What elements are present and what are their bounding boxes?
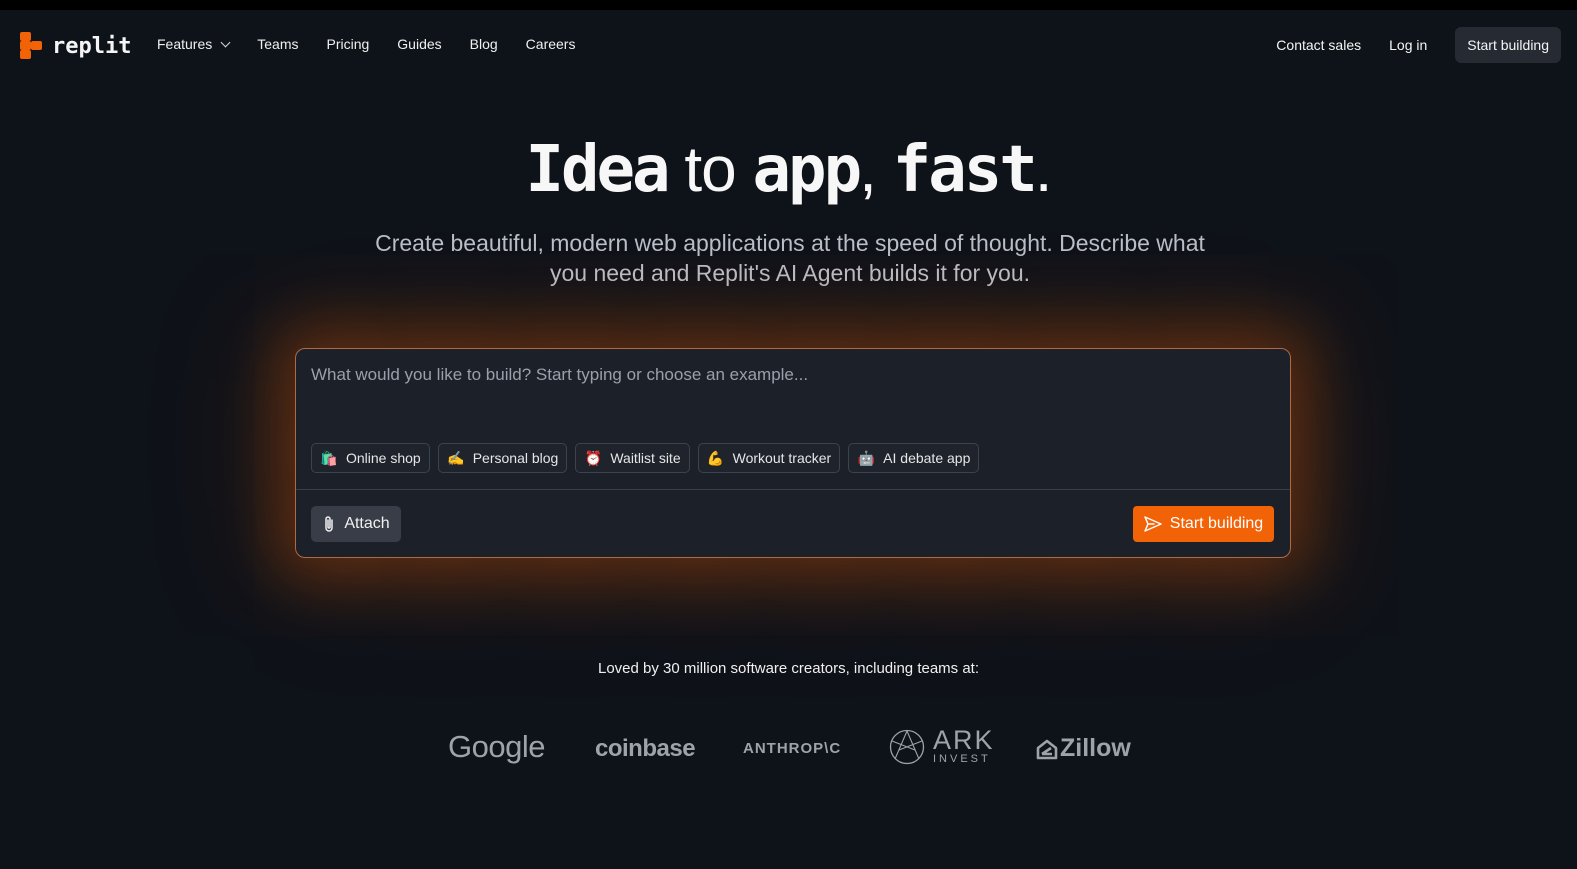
nav-features[interactable]: Features: [157, 36, 231, 52]
example-chip-label: Personal blog: [472, 450, 559, 466]
writing-hand-icon: ✍️: [447, 449, 465, 466]
hero-title-word-fast: fast: [892, 133, 1038, 207]
hero-title-comma: ,: [859, 133, 893, 205]
example-chip-label: Workout tracker: [732, 450, 832, 466]
prompt-box: 🛍️ Online shop ✍️ Personal blog ⏰ Waitli…: [295, 348, 1291, 558]
replit-logo-icon: [20, 32, 44, 60]
flexed-biceps-icon: 💪: [706, 449, 725, 466]
coinbase-logo: coinbase: [595, 735, 696, 762]
top-navigation: replit Features Teams Pricing Guides Blo…: [0, 10, 1577, 80]
alarm-clock-icon: ⏰: [584, 449, 603, 466]
hero-title-word-to: to: [667, 133, 753, 205]
replit-logo[interactable]: replit: [20, 32, 131, 60]
ark-emblem-icon: [889, 729, 925, 764]
robot-icon: 🤖: [857, 449, 875, 466]
example-chip-ai-debate-app[interactable]: 🤖 AI debate app: [848, 443, 980, 473]
primary-nav: Features Teams Pricing Guides Blog Caree…: [157, 36, 603, 52]
prompt-divider: [296, 489, 1290, 490]
send-icon: [1144, 516, 1162, 532]
zillow-wordmark: Zillow: [1060, 734, 1131, 762]
contact-sales-link[interactable]: Contact sales: [1276, 37, 1361, 53]
zillow-logo: Zillow: [1036, 734, 1131, 763]
nav-guides-label: Guides: [397, 36, 442, 52]
example-chip-label: Waitlist site: [610, 450, 681, 466]
google-logo: Google: [448, 729, 545, 764]
example-chips: 🛍️ Online shop ✍️ Personal blog ⏰ Waitli…: [311, 443, 980, 473]
nav-careers[interactable]: Careers: [526, 36, 576, 52]
attach-label: Attach: [344, 515, 390, 532]
nav-blog[interactable]: Blog: [470, 36, 498, 52]
customer-logos: Google coinbase ANTHROP\C ARK INVEST Zil…: [0, 725, 1577, 775]
logo-wordmark: replit: [52, 33, 132, 59]
nav-teams-label: Teams: [257, 36, 299, 52]
prompt-input[interactable]: [311, 365, 1271, 385]
nav-teams[interactable]: Teams: [257, 36, 298, 52]
attach-button[interactable]: Attach: [311, 506, 401, 542]
nav-features-label: Features: [157, 36, 213, 52]
ark-invest-logo: ARK INVEST: [889, 727, 995, 766]
hero-title: Idea to app, fast.: [0, 132, 1577, 207]
ark-wordmark: ARK: [933, 725, 995, 755]
example-chip-workout-tracker[interactable]: 💪 Workout tracker: [697, 443, 841, 473]
nav-blog-label: Blog: [469, 36, 498, 52]
example-chip-personal-blog[interactable]: ✍️ Personal blog: [437, 443, 568, 473]
zillow-house-icon: [1036, 739, 1058, 759]
hero-title-period: .: [1034, 133, 1053, 205]
shopping-bags-icon: 🛍️: [320, 449, 338, 466]
hero-title-word-app: app: [752, 133, 863, 207]
nav-pricing[interactable]: Pricing: [326, 36, 369, 52]
example-chip-label: Online shop: [346, 450, 421, 466]
start-building-nav-button[interactable]: Start building: [1455, 27, 1561, 63]
hero-subtitle: Create beautiful, modern web application…: [375, 230, 1205, 286]
top-edge-bar: [0, 0, 1577, 10]
start-building-label: Start building: [1169, 515, 1264, 532]
anthropic-logo: ANTHROP\C: [743, 740, 842, 757]
start-building-button[interactable]: Start building: [1133, 506, 1274, 542]
nav-pricing-label: Pricing: [326, 36, 370, 52]
example-chip-online-shop[interactable]: 🛍️ Online shop: [311, 443, 430, 473]
log-in-link[interactable]: Log in: [1389, 37, 1427, 53]
social-proof-text: Loved by 30 million software creators, i…: [597, 660, 980, 677]
example-chip-waitlist-site[interactable]: ⏰ Waitlist site: [575, 443, 690, 473]
example-chip-label: AI debate app: [883, 450, 971, 466]
nav-actions: Contact sales Log in Start building: [1276, 27, 1561, 63]
ark-subtitle: INVEST: [933, 753, 991, 765]
nav-guides[interactable]: Guides: [397, 36, 441, 52]
chevron-down-icon: [220, 37, 231, 47]
nav-careers-label: Careers: [525, 36, 576, 52]
hero-title-word-idea: Idea: [525, 133, 670, 207]
paperclip-icon: [325, 516, 334, 532]
